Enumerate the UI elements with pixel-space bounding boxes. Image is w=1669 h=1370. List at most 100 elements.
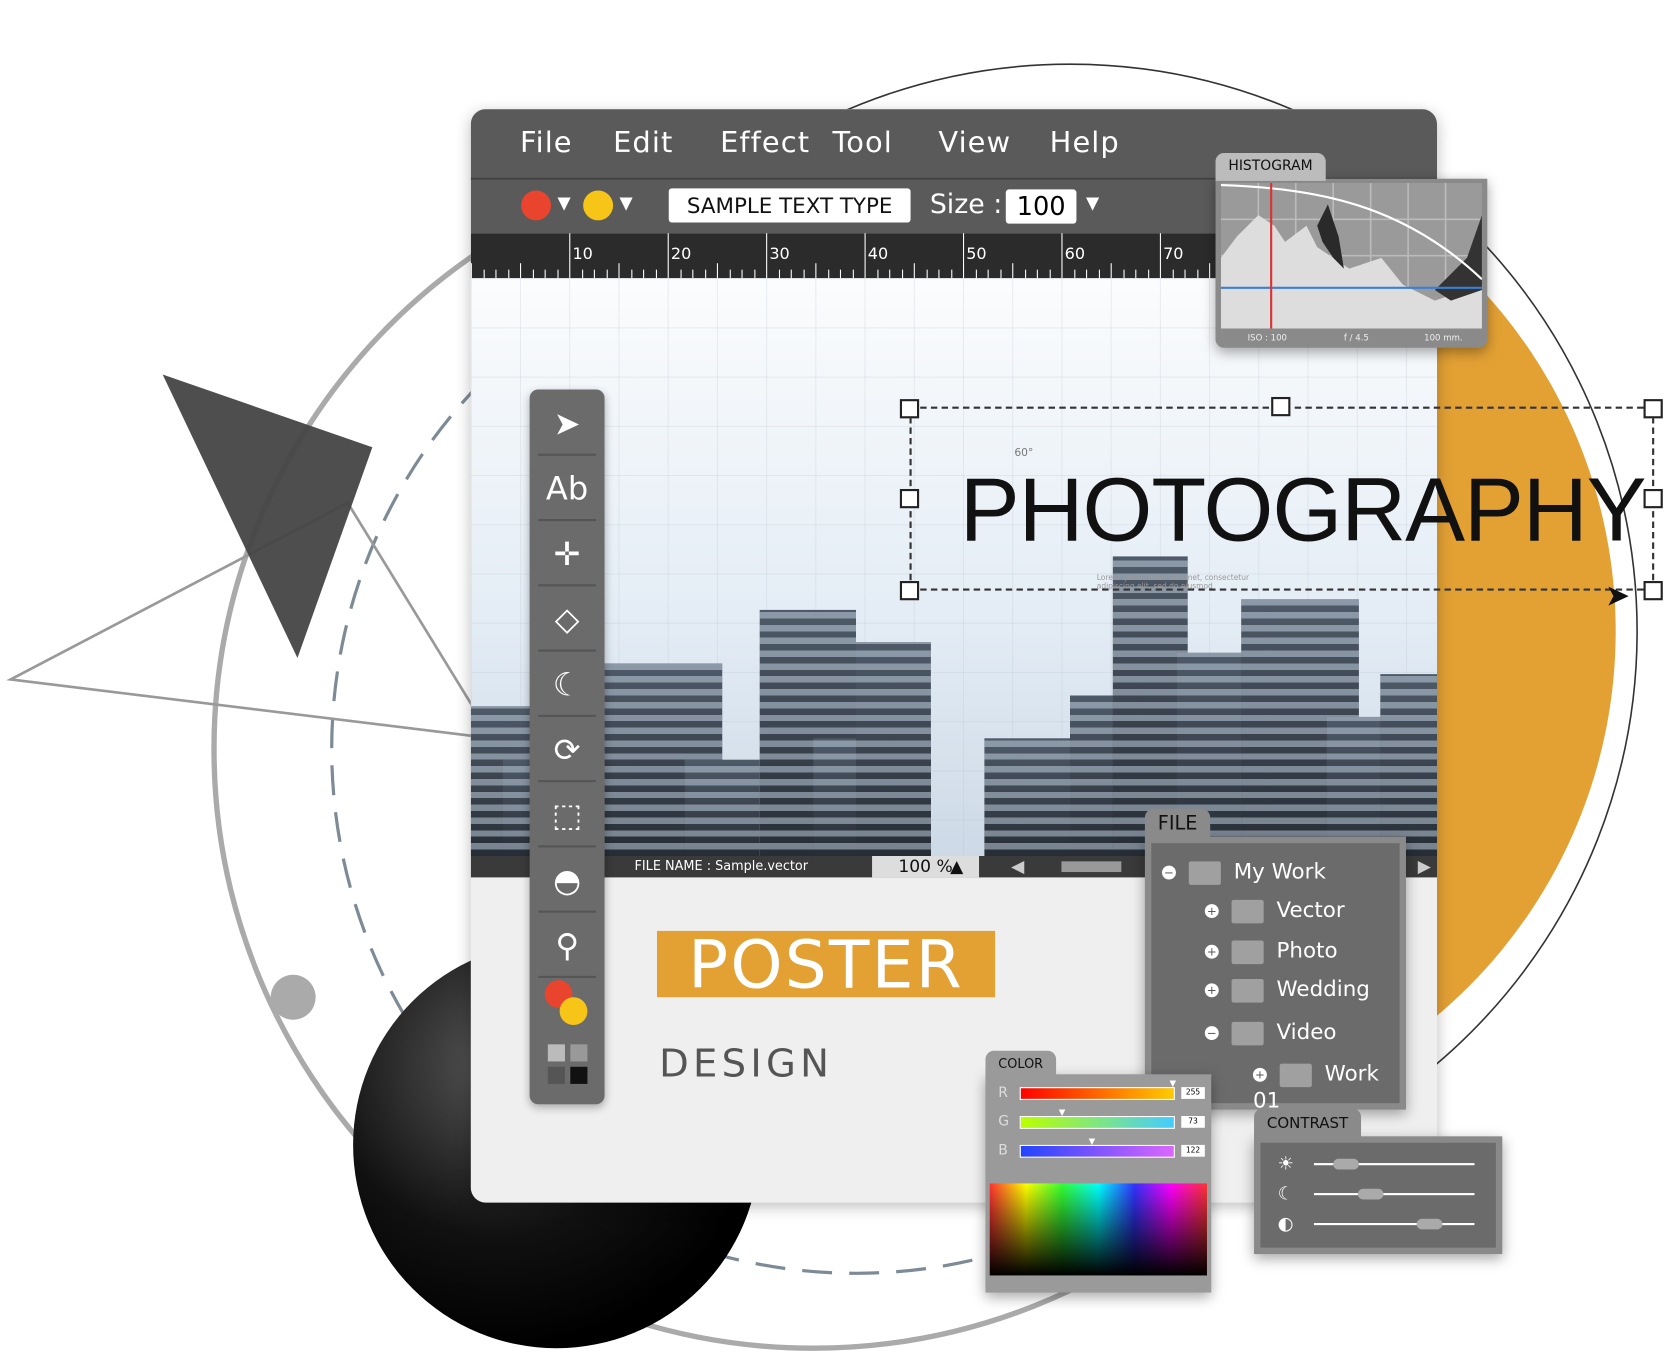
ruler-tick [1172, 269, 1174, 279]
swatch[interactable] [570, 1066, 588, 1084]
collapse-icon[interactable]: − [1204, 1026, 1219, 1041]
stroke-color-swatch[interactable] [583, 190, 614, 221]
ruler-tick [1135, 269, 1137, 279]
folder-item[interactable]: + Wedding [1204, 976, 1370, 1003]
channel-slider[interactable] [1019, 1087, 1175, 1100]
building [684, 759, 760, 857]
ruler-tick [963, 233, 965, 279]
ruler-tick [975, 269, 977, 279]
expand-icon[interactable]: + [1204, 904, 1219, 919]
resize-handle[interactable] [899, 399, 920, 419]
contrast-thumb[interactable] [1357, 1188, 1383, 1200]
histogram-tab[interactable]: HISTOGRAM [1215, 153, 1326, 181]
scroll-right-icon[interactable]: ▶ [1418, 856, 1431, 876]
resize-handle[interactable] [899, 488, 920, 509]
chevron-down-icon[interactable]: ▼ [620, 193, 633, 213]
ruler-label: 30 [769, 243, 790, 264]
ruler-tick [876, 269, 878, 279]
fill-color-swatch[interactable] [521, 190, 552, 221]
channel-value[interactable]: 122 [1181, 1144, 1205, 1157]
ruler-tick [667, 233, 669, 279]
ruler-tick [643, 269, 645, 279]
menu-edit[interactable]: Edit [613, 126, 673, 159]
folder-item[interactable]: + Photo [1204, 937, 1338, 964]
select-tool[interactable]: ⬚ [538, 785, 596, 848]
folder-item[interactable]: + Vector [1204, 896, 1345, 923]
ruler-tick [495, 269, 497, 279]
rotate-tool[interactable]: ⟳ [538, 720, 596, 783]
contrast-thumb[interactable] [1416, 1218, 1443, 1230]
channel-value[interactable]: 255 [1181, 1087, 1205, 1099]
resize-handle[interactable] [1643, 581, 1663, 601]
channel-label: G [998, 1113, 1010, 1130]
swatch[interactable] [547, 1066, 565, 1084]
channel-slider[interactable] [1019, 1116, 1175, 1129]
scroll-left-icon[interactable]: ◀ [1011, 856, 1024, 876]
file-tab[interactable]: FILE [1144, 808, 1211, 839]
contrast-track[interactable] [1313, 1223, 1475, 1226]
headline-text[interactable]: PHOTOGRAPHY [960, 458, 1647, 562]
resize-handle[interactable] [899, 581, 920, 601]
move-tool[interactable]: ✛ [538, 524, 596, 587]
histogram-chart [1220, 182, 1482, 329]
ruler-tick [1024, 269, 1026, 279]
moon-icon: ☾ [1277, 1183, 1294, 1205]
size-input[interactable]: 100 [1005, 189, 1077, 224]
channel-value[interactable]: 73 [1181, 1116, 1205, 1128]
pointer-icon: ➤ [553, 405, 581, 443]
ruler-tick [753, 269, 755, 279]
color-tab[interactable]: COLOR [985, 1050, 1056, 1077]
expand-icon[interactable]: + [1204, 983, 1219, 998]
poster-subtitle[interactable]: DESIGN [659, 1042, 833, 1086]
channel-slider[interactable] [1019, 1144, 1175, 1158]
ruler-tick [520, 263, 522, 279]
ruler-label: 20 [670, 243, 692, 264]
contrast-track[interactable] [1313, 1193, 1475, 1196]
ruler-tick [889, 269, 891, 279]
zoom-up-icon[interactable]: ▲ [950, 856, 963, 876]
expand-icon[interactable]: + [1204, 944, 1219, 959]
dome-tool[interactable]: ◓ [538, 851, 596, 913]
swatch[interactable] [570, 1044, 588, 1062]
resize-handle[interactable] [1643, 399, 1663, 419]
file-panel: FILE − My Work + Vector + Photo + Wedding − Video… [1144, 808, 1406, 1112]
size-dropdown-icon[interactable]: ▼ [1086, 193, 1099, 213]
font-sample-field[interactable]: SAMPLE TEXT TYPE [668, 188, 911, 223]
text-tool[interactable]: Ab [538, 459, 596, 522]
folder-label: Vector [1276, 896, 1345, 923]
chevron-down-icon[interactable]: ▼ [557, 193, 570, 213]
poster-title[interactable]: POSTER [656, 930, 996, 999]
moon-tool[interactable]: ☾ [538, 655, 596, 717]
folder-item[interactable]: − My Work [1162, 858, 1326, 885]
slider-marker-icon[interactable]: ▼ [1170, 1079, 1177, 1089]
menu-view[interactable]: View [938, 126, 1011, 159]
background-color[interactable] [559, 997, 588, 1026]
ruler-tick [999, 269, 1001, 279]
contrast-tab[interactable]: CONTRAST [1254, 1108, 1362, 1139]
collapse-icon[interactable]: − [1162, 865, 1176, 880]
contrast-thumb[interactable] [1333, 1158, 1359, 1170]
menu-effect[interactable]: Effect [720, 126, 810, 159]
pointer-tool[interactable]: ➤ [538, 394, 596, 456]
ruler-tick [679, 269, 682, 279]
folder-item[interactable]: + Work 01 [1252, 1060, 1400, 1112]
ruler-tick [1122, 269, 1125, 279]
ruler-tick [655, 269, 657, 279]
expand-icon[interactable]: + [1252, 1067, 1267, 1082]
zoom-tool[interactable]: ⚲ [538, 916, 596, 978]
resize-handle[interactable] [1271, 396, 1291, 417]
color-spectrum[interactable] [989, 1183, 1207, 1276]
slider-marker-icon[interactable]: ▼ [1089, 1136, 1096, 1146]
folder-item[interactable]: − Video [1204, 1019, 1336, 1045]
swatch[interactable] [547, 1044, 565, 1062]
ruler-tick [1184, 269, 1186, 279]
ruler-tick [1036, 269, 1038, 279]
slider-marker-icon[interactable]: ▼ [1059, 1107, 1066, 1117]
scrollbar-thumb[interactable] [1061, 861, 1122, 873]
shapes-tool[interactable]: ◇ [538, 590, 596, 652]
menu-file[interactable]: File [520, 126, 573, 159]
menu-tool[interactable]: Tool [832, 126, 892, 159]
ruler-tick [1061, 233, 1063, 279]
resize-handle[interactable] [1643, 488, 1663, 509]
menu-help[interactable]: Help [1050, 126, 1120, 159]
